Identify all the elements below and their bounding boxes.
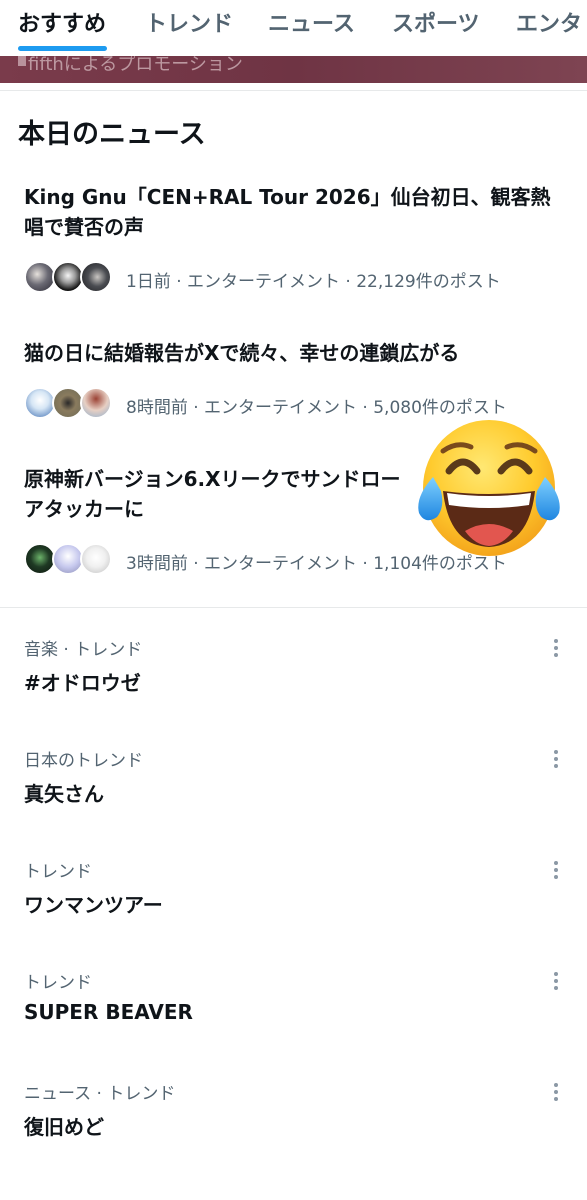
top-tab-bar: おすすめ トレンド ニュース スポーツ エンタ: [0, 0, 587, 56]
trend-item[interactable]: トレンド ワンマンツアー: [24, 857, 569, 953]
avatar-stack: [24, 543, 120, 577]
avatar: [80, 387, 112, 419]
news-item[interactable]: 猫の日に結婚報告がXで続々、幸せの連鎖広がる 8時間前 · エンターテイメント …: [24, 338, 569, 423]
trend-item[interactable]: トレンド SUPER BEAVER: [24, 968, 569, 1064]
trend-name: 復旧めど: [24, 1115, 104, 1139]
trend-category: トレンド: [24, 862, 92, 882]
avatar-stack: [24, 387, 120, 421]
tab-sports[interactable]: スポーツ: [392, 6, 480, 38]
promoted-icon: [18, 56, 26, 66]
news-meta: 3時間前 · エンターテイメント · 1,104件のポスト: [24, 543, 507, 577]
news-headline: 猫の日に結婚報告がXで続々、幸せの連鎖広がる: [24, 338, 569, 368]
news-meta: 1日前 · エンターテイメント · 22,129件のポスト: [24, 261, 501, 295]
trend-category: トレンド: [24, 973, 92, 993]
more-options-icon[interactable]: [553, 1083, 559, 1103]
divider: [0, 90, 587, 91]
news-headline-line: King Gnu「CEN+RAL Tour 2026」仙台初日、観客熱: [24, 185, 551, 209]
trend-category: 日本のトレンド: [24, 751, 143, 771]
divider: [0, 607, 587, 608]
trend-item[interactable]: ニュース · トレンド 復旧めど: [24, 1079, 569, 1175]
more-options-icon[interactable]: [553, 861, 559, 881]
active-tab-indicator: [18, 46, 107, 51]
trend-name: 真矢さん: [24, 782, 104, 806]
news-headline-line: 猫の日に結婚報告がXで続々、幸せの連鎖広がる: [24, 341, 460, 365]
trend-name: SUPER BEAVER: [24, 1000, 193, 1024]
trend-name: #オドロウゼ: [24, 671, 141, 695]
avatar-stack: [24, 261, 120, 295]
promoted-label: fifthによるプロモーション: [28, 56, 243, 75]
trend-item[interactable]: 日本のトレンド 真矢さん: [24, 746, 569, 842]
tab-news[interactable]: ニュース: [268, 6, 355, 38]
trend-item[interactable]: 音楽 · トレンド #オドロウゼ: [24, 635, 569, 731]
more-options-icon[interactable]: [553, 972, 559, 992]
more-options-icon[interactable]: [553, 639, 559, 659]
face-with-tears-of-joy-icon: [418, 420, 560, 556]
tab-entertainment[interactable]: エンタ: [516, 6, 582, 38]
tab-recommended[interactable]: おすすめ: [18, 6, 106, 38]
news-section-title: 本日のニュース: [18, 119, 206, 150]
news-meta: 8時間前 · エンターテイメント · 5,080件のポスト: [24, 387, 507, 421]
avatar: [80, 543, 112, 575]
tab-trending[interactable]: トレンド: [145, 6, 233, 38]
trend-name: ワンマンツアー: [24, 893, 163, 917]
trend-category: 音楽 · トレンド: [24, 640, 143, 660]
news-headline-line: 唱で賛否の声: [24, 215, 144, 239]
news-meta-text: 1日前 · エンターテイメント · 22,129件のポスト: [126, 272, 501, 292]
avatar: [80, 261, 112, 293]
more-options-icon[interactable]: [553, 750, 559, 770]
news-headline: King Gnu「CEN+RAL Tour 2026」仙台初日、観客熱 唱で賛否…: [24, 182, 569, 242]
news-item[interactable]: King Gnu「CEN+RAL Tour 2026」仙台初日、観客熱 唱で賛否…: [24, 182, 569, 297]
promoted-banner[interactable]: fifthによるプロモーション: [0, 56, 587, 83]
trend-category: ニュース · トレンド: [24, 1084, 176, 1104]
